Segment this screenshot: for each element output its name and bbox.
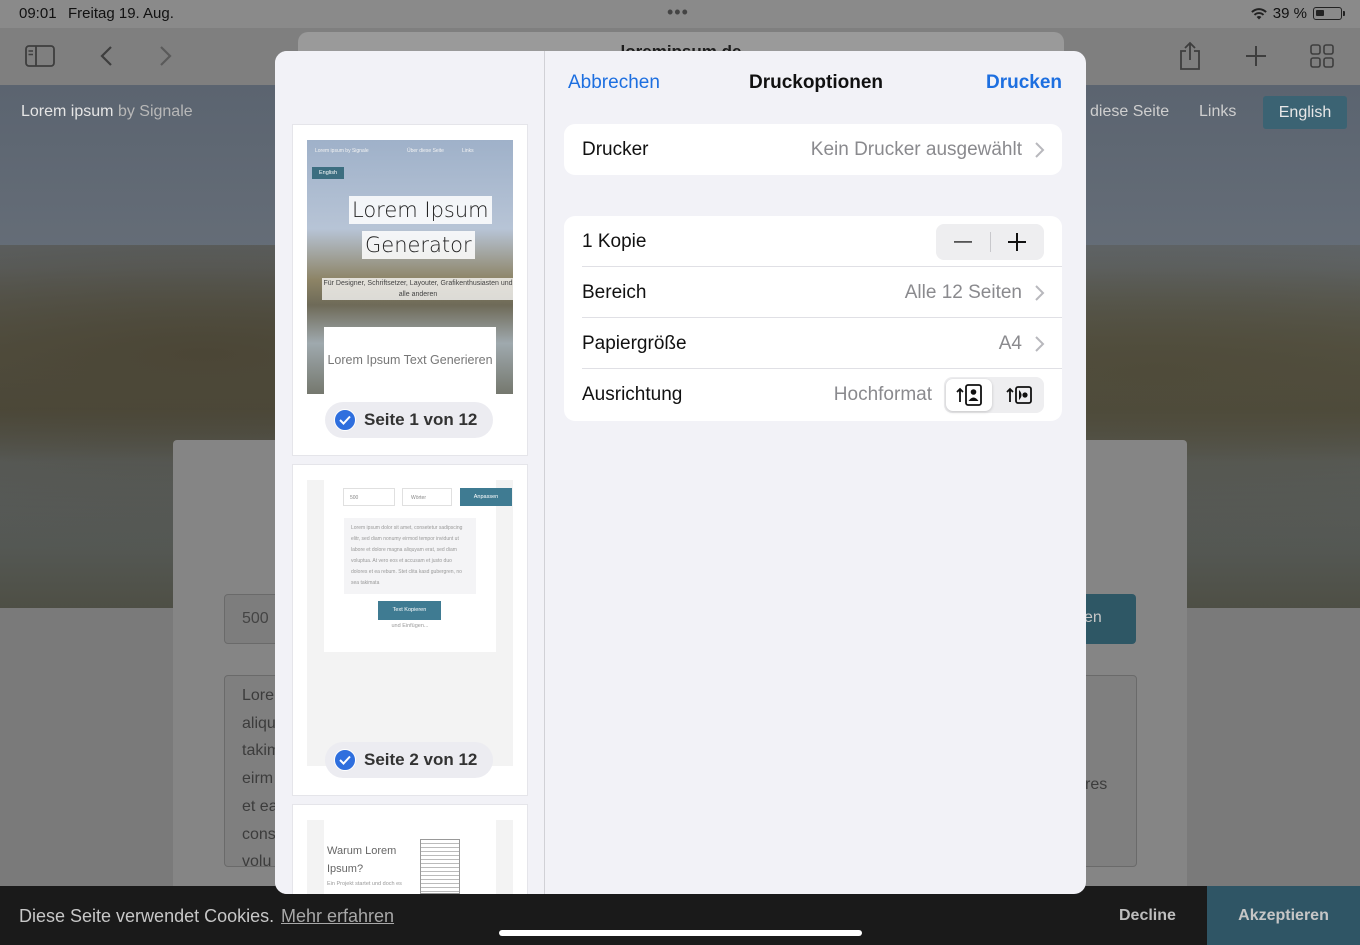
orientation-value: Hochformat <box>833 384 932 405</box>
orientation-row: Ausrichtung Hochformat <box>564 369 1062 420</box>
cancel-button[interactable]: Abbrechen <box>568 72 660 94</box>
page-2-label: Seite 2 von 12 <box>364 750 478 769</box>
preview-page-3-title: Warum Lorem Ipsum? <box>327 845 397 875</box>
paper-size-row[interactable]: Papiergröße A4 <box>564 318 1062 369</box>
wifi-icon <box>1250 7 1267 20</box>
print-button[interactable]: Drucken <box>986 72 1062 94</box>
printer-label: Drucker <box>582 139 649 160</box>
checkmark-icon <box>334 749 356 771</box>
preview-page-3[interactable]: Warum Lorem Ipsum? Ein Projekt startet u… <box>293 805 527 894</box>
range-label: Bereich <box>582 282 647 303</box>
preview-page-1[interactable]: Lorem ipsum by Signale Über diese Seite … <box>293 125 527 455</box>
cookie-accept-button[interactable]: Akzeptieren <box>1207 886 1360 945</box>
share-icon[interactable] <box>1172 38 1208 74</box>
chevron-right-icon <box>1035 285 1045 301</box>
chevron-right-icon <box>1035 142 1045 158</box>
preview-nav-about: Über diese Seite <box>407 148 444 154</box>
newspaper-image <box>420 839 460 894</box>
cookie-banner: Diese Seite verwendet Cookies. Mehr erfa… <box>0 886 1360 945</box>
multitasking-dots-icon[interactable]: ••• <box>667 2 689 23</box>
cookie-more-link[interactable]: Mehr erfahren <box>281 906 394 927</box>
page-2-badge[interactable]: Seite 2 von 12 <box>325 742 494 778</box>
preview-paste-hint: und Einfügen... <box>391 623 429 629</box>
back-icon[interactable] <box>88 38 124 74</box>
paper-size-value: A4 <box>998 333 1022 354</box>
preview-apply-button: Anpassen <box>460 488 512 506</box>
portrait-button[interactable] <box>946 379 992 411</box>
copies-stepper[interactable] <box>936 224 1044 260</box>
preview-unit-select: Wörter <box>402 488 452 506</box>
preview-nav-links: Links <box>462 148 474 154</box>
status-right: 39 % <box>1250 5 1345 22</box>
preview-copy-button: Text Kopieren <box>378 601 441 620</box>
battery-icon <box>1313 7 1345 20</box>
page-1-badge[interactable]: Seite 1 von 12 <box>325 402 494 438</box>
increment-button[interactable] <box>990 224 1044 260</box>
preview-generated-text: Lorem ipsum dolor sit amet, consetetur s… <box>344 518 476 594</box>
paper-size-label: Papiergröße <box>582 333 687 354</box>
new-tab-icon[interactable] <box>1238 38 1274 74</box>
preview-subtitle: Für Designer, Schriftsetzer, Layouter, G… <box>322 278 513 300</box>
landscape-button[interactable] <box>996 379 1042 411</box>
print-dialog: Lorem ipsum by Signale Über diese Seite … <box>275 51 1086 894</box>
chevron-right-icon <box>1035 336 1045 352</box>
nav-this-page[interactable]: diese Seite <box>1090 103 1169 121</box>
site-logo[interactable]: Lorem ipsum by Signale <box>21 103 193 121</box>
battery-percent: 39 % <box>1272 5 1307 22</box>
print-preview-pane[interactable]: Lorem ipsum by Signale Über diese Seite … <box>275 51 545 894</box>
cookie-text: Diese Seite verwendet Cookies. <box>19 906 275 926</box>
printer-group: Drucker Kein Drucker ausgewählt <box>564 124 1062 175</box>
print-options-pane: Druckoptionen Abbrechen Drucken Drucker … <box>546 51 1086 894</box>
page-1-label: Seite 1 von 12 <box>364 410 478 429</box>
decrement-button[interactable] <box>936 224 990 260</box>
preview-title-line-1: Lorem Ipsum <box>349 196 492 224</box>
status-time: 09:01 <box>19 5 57 22</box>
copies-row: 1 Kopie <box>564 216 1062 267</box>
landscape-orientation-icon <box>1006 386 1032 404</box>
printer-row[interactable]: Drucker Kein Drucker ausgewählt <box>564 124 1062 175</box>
sidebar-icon[interactable] <box>22 38 58 74</box>
nav-english-button[interactable]: English <box>1263 96 1347 129</box>
preview-page-3-text: Ein Projekt startet und doch es <box>327 881 402 887</box>
preview-english-button: English <box>312 167 344 179</box>
print-settings-group: 1 Kopie Bereich Alle 12 Seiten Papiergrö <box>564 216 1062 421</box>
preview-page-2[interactable]: 500 Wörter Anpassen Lorem ipsum dolor si… <box>293 465 527 795</box>
status-bar: 09:01 Freitag 19. Aug. ••• 39 % <box>0 0 1360 28</box>
orientation-label: Ausrichtung <box>582 384 683 405</box>
preview-title-line-2: Generator <box>362 231 475 259</box>
portrait-orientation-icon <box>956 384 982 406</box>
orientation-control[interactable] <box>944 377 1044 413</box>
tabs-overview-icon[interactable] <box>1304 38 1340 74</box>
cookie-decline-button[interactable]: Decline <box>1119 907 1176 925</box>
forward-icon[interactable] <box>148 38 184 74</box>
copies-label: 1 Kopie <box>582 231 647 252</box>
range-value: Alle 12 Seiten <box>904 282 1022 303</box>
preview-count-input: 500 <box>343 488 395 506</box>
status-date: Freitag 19. Aug. <box>68 5 174 22</box>
preview-nav-logo: Lorem ipsum by Signale <box>315 148 369 154</box>
checkmark-icon <box>334 409 356 431</box>
printer-value: Kein Drucker ausgewählt <box>810 139 1022 160</box>
range-row[interactable]: Bereich Alle 12 Seiten <box>564 267 1062 318</box>
minus-icon <box>954 241 972 243</box>
nav-links[interactable]: Links <box>1199 103 1236 121</box>
plus-icon <box>1008 233 1026 251</box>
home-indicator[interactable] <box>499 930 862 936</box>
